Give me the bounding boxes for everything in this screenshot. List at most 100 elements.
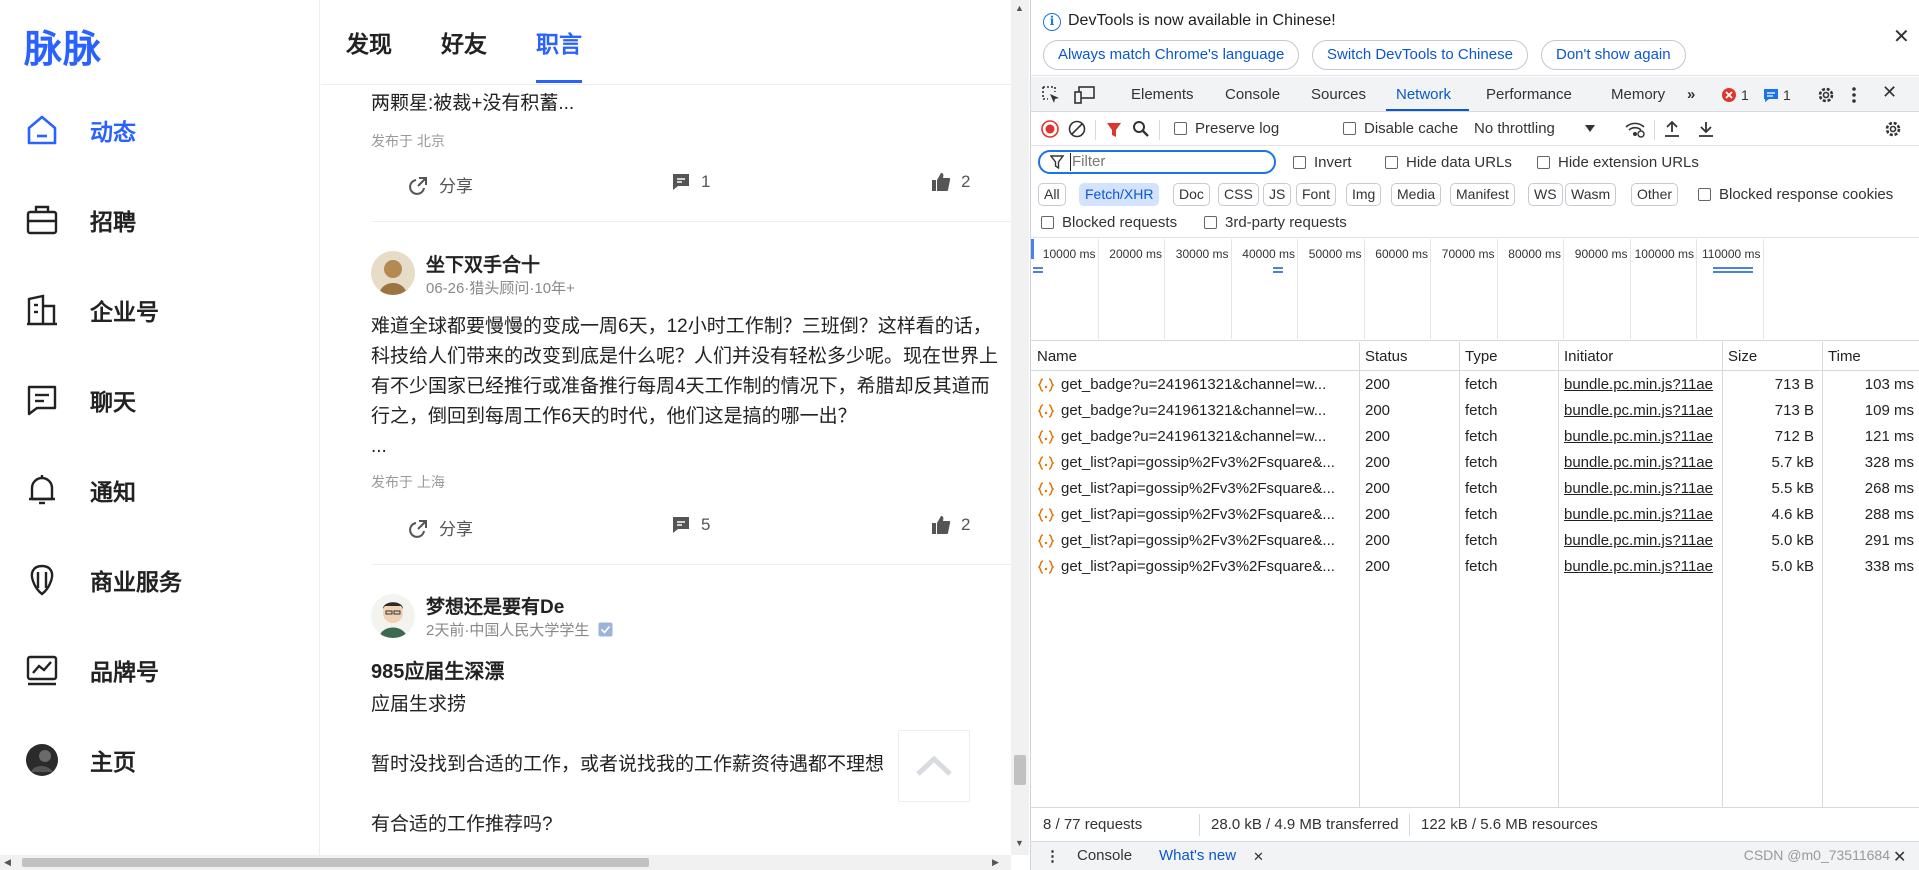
preserve-log-checkbox[interactable]: Preserve log [1174,120,1279,137]
request-initiator[interactable]: bundle.pc.min.js?11ae [1564,428,1717,445]
author-name[interactable]: 坐下双手合十 [426,250,540,277]
more-tabs-icon[interactable]: » [1687,86,1695,103]
drawer-tab-whats-new[interactable]: What's new [1159,847,1236,864]
drawer-menu-icon[interactable]: ⋮ [1045,847,1060,865]
nav-item-chat[interactable]: 聊天 [24,375,284,425]
scrollbar-thumb[interactable] [1014,755,1026,785]
nav-item-brand[interactable]: 品牌号 [24,645,284,695]
comment-button[interactable]: 5 [671,515,710,535]
request-row[interactable]: get_badge?u=241961321&channel=w... 200 fet… [1031,398,1919,424]
type-chip-wasm[interactable]: Wasm [1565,183,1617,206]
close-devtools-icon[interactable]: ✕ [1882,82,1897,103]
import-har-icon[interactable] [1663,119,1681,139]
tab-memory[interactable]: Memory [1611,86,1665,103]
scroll-right-icon[interactable]: ▶ [992,857,999,868]
request-name[interactable]: get_badge?u=241961321&channel=w... [1061,402,1353,419]
request-row[interactable]: get_badge?u=241961321&channel=w... 200 fet… [1031,424,1919,450]
record-icon[interactable] [1041,120,1059,138]
avatar[interactable] [371,594,415,638]
tab-performance[interactable]: Performance [1486,86,1572,103]
type-chip-other[interactable]: Other [1631,183,1679,206]
type-chip-font[interactable]: Font [1296,183,1337,206]
request-initiator[interactable]: bundle.pc.min.js?11ae [1564,480,1717,497]
post-text[interactable]: 两颗星:被裁+没有积蓄... [371,89,1001,119]
tab-discover[interactable]: 发现 [346,25,392,59]
request-row[interactable]: get_list?api=gossip%2Fv3%2Fsquare&... 200… [1031,450,1919,476]
nav-item-company[interactable]: 企业号 [24,285,284,335]
network-conditions-icon[interactable] [1624,120,1646,138]
post-text[interactable]: 有合适的工作推荐吗? [371,810,1001,840]
tab-console[interactable]: Console [1225,86,1280,103]
like-button[interactable]: 2 [931,172,970,192]
request-row[interactable]: get_list?api=gossip%2Fv3%2Fsquare&... 200… [1031,554,1919,580]
logo[interactable]: 脉脉 [24,18,102,73]
dont-show-again-button[interactable]: Don't show again [1541,40,1686,70]
nav-item-notifications[interactable]: 通知 [24,465,284,515]
throttling-select[interactable]: No throttling [1474,120,1595,137]
drawer-tab-console[interactable]: Console [1077,847,1132,864]
disable-cache-checkbox[interactable]: Disable cache [1343,120,1458,137]
column-header-size[interactable]: Size [1728,348,1757,365]
nav-item-feed[interactable]: 动态 [24,105,284,155]
nav-item-jobs[interactable]: 招聘 [24,195,284,245]
request-row[interactable]: get_badge?u=241961321&channel=w... 200 fet… [1031,372,1919,398]
match-language-button[interactable]: Always match Chrome's language [1043,40,1300,70]
request-initiator[interactable]: bundle.pc.min.js?11ae [1564,558,1717,575]
request-initiator[interactable]: bundle.pc.min.js?11ae [1564,506,1717,523]
request-name[interactable]: get_list?api=gossip%2Fv3%2Fsquare&... [1061,480,1353,497]
more-options-icon[interactable] [1848,85,1860,105]
clear-icon[interactable] [1068,120,1086,138]
type-chip-media[interactable]: Media [1391,183,1442,206]
type-chip-js[interactable]: JS [1263,183,1292,206]
type-chip-css[interactable]: CSS [1218,183,1259,206]
settings-gear-icon[interactable] [1816,85,1836,105]
close-drawer-icon[interactable]: ✕ [1893,847,1906,867]
hide-data-urls-checkbox[interactable]: Hide data URLs [1385,154,1512,171]
export-har-icon[interactable] [1697,119,1715,139]
device-toolbar-icon[interactable] [1074,85,1096,105]
request-initiator[interactable]: bundle.pc.min.js?11ae [1564,402,1717,419]
request-initiator[interactable]: bundle.pc.min.js?11ae [1564,376,1717,393]
blocked-requests-checkbox[interactable]: Blocked requests [1041,214,1177,231]
request-name[interactable]: get_list?api=gossip%2Fv3%2Fsquare&... [1061,532,1353,549]
request-name[interactable]: get_list?api=gossip%2Fv3%2Fsquare&... [1061,558,1353,575]
share-button[interactable]: 分享 [409,515,473,540]
request-initiator[interactable]: bundle.pc.min.js?11ae [1564,532,1717,549]
invert-checkbox[interactable]: Invert [1293,154,1352,171]
post-text[interactable]: 应届生求捞 [371,690,1001,720]
request-row[interactable]: get_list?api=gossip%2Fv3%2Fsquare&... 200… [1031,476,1919,502]
author-name[interactable]: 梦想还是要有De [426,592,564,619]
post-text[interactable]: 难道全球都要慢慢的变成一周6天，12小时工作制？三班倒？这样看的话，科技给人们带… [371,312,1006,432]
vertical-scrollbar[interactable]: ▲ ▼ [1011,0,1029,855]
close-infobar-icon[interactable]: ✕ [1893,24,1910,49]
tab-sources[interactable]: Sources [1311,86,1366,103]
switch-chinese-button[interactable]: Switch DevTools to Chinese [1312,40,1528,70]
error-counter[interactable]: 1 [1721,86,1749,104]
filter-input[interactable]: Filter [1038,150,1276,174]
horizontal-scrollbar[interactable]: ◀ ▶ [0,855,1011,870]
request-name[interactable]: get_list?api=gossip%2Fv3%2Fsquare&... [1061,506,1353,523]
tab-workplace[interactable]: 职言 [536,25,582,59]
type-chip-img[interactable]: Img [1346,183,1382,206]
back-to-top-button[interactable] [898,730,970,802]
scroll-left-icon[interactable]: ◀ [4,857,11,868]
hide-extension-urls-checkbox[interactable]: Hide extension URLs [1537,154,1699,171]
network-settings-gear-icon[interactable] [1883,119,1903,139]
scrollbar-thumb[interactable] [22,858,649,867]
comment-button[interactable]: 1 [671,172,710,192]
nav-item-profile[interactable]: 主页 [24,735,284,785]
tab-elements[interactable]: Elements [1131,86,1194,103]
type-chip-doc[interactable]: Doc [1173,183,1210,206]
request-row[interactable]: get_list?api=gossip%2Fv3%2Fsquare&... 200… [1031,502,1919,528]
network-overview-timeline[interactable]: 10000 ms 20000 ms 30000 ms 40000 ms 50000 ms… [1031,239,1919,341]
inspect-element-icon[interactable] [1041,85,1061,105]
avatar[interactable] [371,251,415,295]
like-button[interactable]: 2 [931,515,970,535]
share-button[interactable]: 分享 [409,172,473,197]
scroll-down-icon[interactable]: ▼ [1015,838,1024,848]
request-name[interactable]: get_badge?u=241961321&channel=w... [1061,376,1353,393]
tab-network[interactable]: Network [1396,86,1451,103]
type-chip-ws[interactable]: WS [1528,183,1563,206]
request-name[interactable]: get_badge?u=241961321&channel=w... [1061,428,1353,445]
third-party-requests-checkbox[interactable]: 3rd-party requests [1204,214,1347,231]
